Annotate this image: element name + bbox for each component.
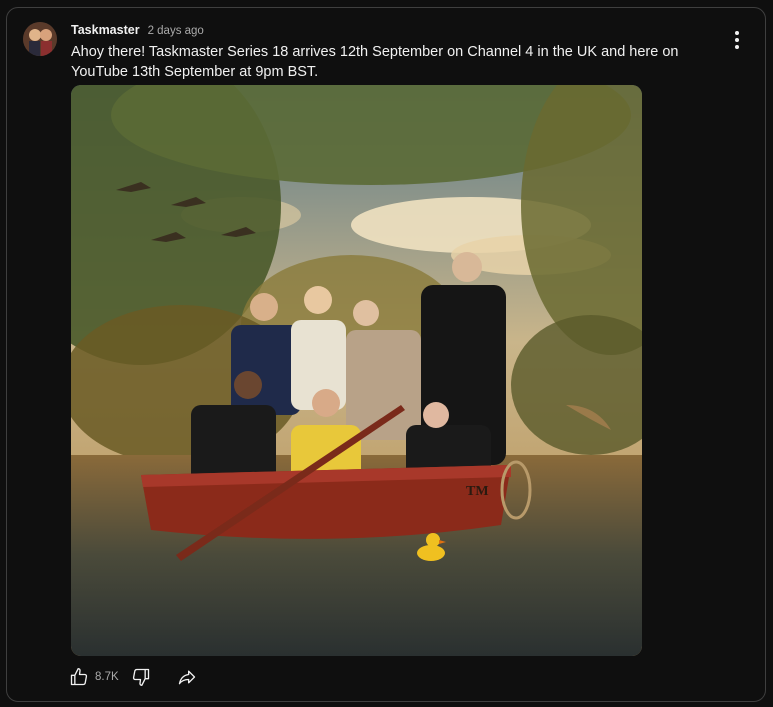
channel-name[interactable]: Taskmaster: [71, 23, 140, 37]
post-timestamp[interactable]: 2 days ago: [148, 25, 204, 37]
boat-label: TM: [466, 484, 489, 499]
more-actions-button[interactable]: [725, 28, 749, 52]
post-header: Taskmaster 2 days ago: [71, 23, 204, 37]
post-text: Ahoy there! Taskmaster Series 18 arrives…: [71, 44, 679, 80]
channel-avatar[interactable]: [23, 22, 57, 56]
post-actions-bar: 8.7K: [67, 665, 199, 689]
thumbs-down-icon: [132, 668, 149, 686]
like-count: 8.7K: [95, 671, 119, 683]
community-post-card: Taskmaster 2 days ago Ahoy there! Taskma…: [6, 7, 766, 702]
avatar-image: [23, 22, 57, 56]
post-image[interactable]: TM: [71, 85, 642, 656]
share-button[interactable]: [175, 665, 199, 689]
like-button[interactable]: [67, 665, 91, 689]
share-icon: [178, 670, 195, 685]
promo-artwork: TM: [71, 85, 642, 656]
thumbs-up-icon: [70, 668, 88, 686]
more-vert-icon: [735, 31, 739, 35]
dislike-button[interactable]: [129, 665, 153, 689]
